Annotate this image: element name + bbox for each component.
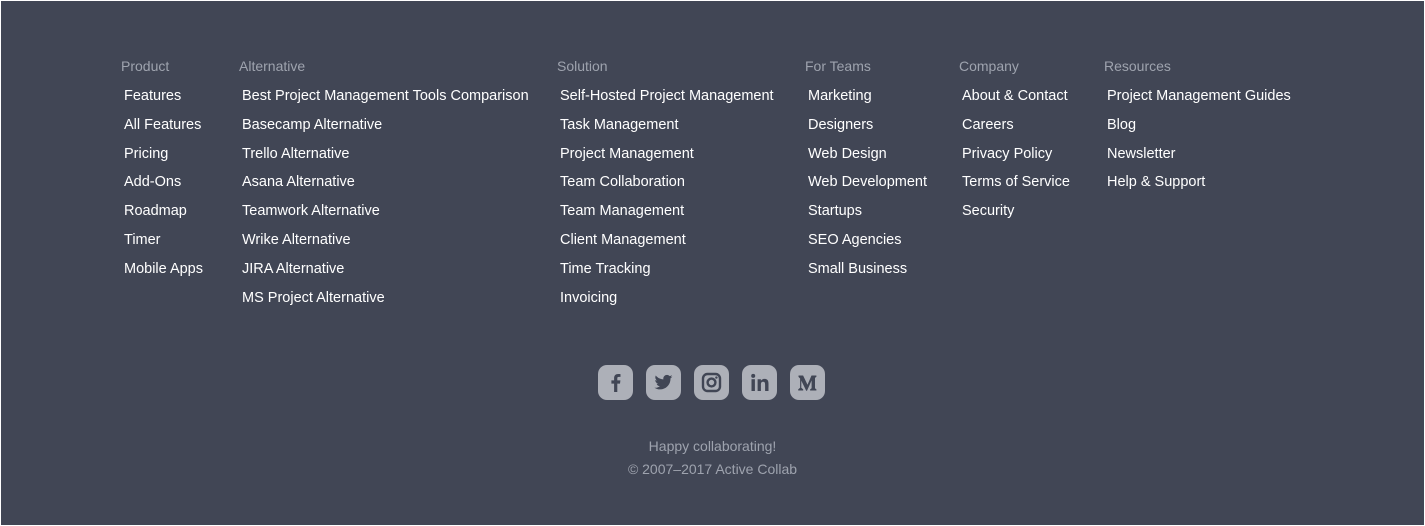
site-footer: Product Features All Features Pricing Ad… (1, 1, 1424, 525)
footer-link-privacy-policy[interactable]: Privacy Policy (962, 145, 1070, 174)
column-heading: Company (959, 58, 1019, 74)
linkedin-icon (751, 373, 769, 391)
footer-link-add-ons[interactable]: Add-Ons (124, 173, 203, 202)
footer-link-careers[interactable]: Careers (962, 116, 1070, 145)
column-heading: Alternative (239, 58, 306, 74)
footer-link-jira-alternative[interactable]: JIRA Alternative (242, 260, 529, 289)
footer-link-task-management[interactable]: Task Management (560, 116, 774, 145)
facebook-button[interactable] (598, 365, 633, 400)
footer-link-timer[interactable]: Timer (124, 231, 203, 260)
footer-link-marketing[interactable]: Marketing (808, 87, 927, 116)
footer-column-company: Company About & Contact Careers Privacy … (959, 58, 1070, 231)
footer-link-all-features[interactable]: All Features (124, 116, 203, 145)
footer-link-security[interactable]: Security (962, 202, 1070, 231)
social-links (598, 365, 838, 400)
column-heading: Resources (1104, 58, 1171, 74)
footer-link-roadmap[interactable]: Roadmap (124, 202, 203, 231)
footer-column-product: Product Features All Features Pricing Ad… (121, 58, 203, 289)
footer-link-web-design[interactable]: Web Design (808, 145, 927, 174)
footer-link-blog[interactable]: Blog (1107, 116, 1291, 145)
medium-icon (798, 375, 817, 391)
column-heading: Product (121, 58, 170, 74)
footer-link-pm-guides[interactable]: Project Management Guides (1107, 87, 1291, 116)
footer-link-client-management[interactable]: Client Management (560, 231, 774, 260)
column-heading: Solution (557, 58, 608, 74)
twitter-icon (654, 374, 673, 390)
footer-copyright: © 2007–2017 Active Collab (627, 461, 798, 477)
footer-link-time-tracking[interactable]: Time Tracking (560, 260, 774, 289)
linkedin-button[interactable] (742, 365, 777, 400)
footer-link-designers[interactable]: Designers (808, 116, 927, 145)
medium-button[interactable] (790, 365, 825, 400)
footer-link-pricing[interactable]: Pricing (124, 145, 203, 174)
footer-link-about-contact[interactable]: About & Contact (962, 87, 1070, 116)
footer-link-asana-alternative[interactable]: Asana Alternative (242, 173, 529, 202)
column-heading: For Teams (805, 58, 871, 74)
footer-link-team-management[interactable]: Team Management (560, 202, 774, 231)
instagram-icon (701, 372, 722, 393)
footer-link-help-support[interactable]: Help & Support (1107, 173, 1291, 202)
footer-link-wrike-alternative[interactable]: Wrike Alternative (242, 231, 529, 260)
footer-column-resources: Resources Project Management Guides Blog… (1104, 58, 1291, 202)
footer-link-team-collaboration[interactable]: Team Collaboration (560, 173, 774, 202)
footer-link-web-development[interactable]: Web Development (808, 173, 927, 202)
twitter-button[interactable] (646, 365, 681, 400)
footer-link-self-hosted[interactable]: Self-Hosted Project Management (560, 87, 774, 116)
footer-link-newsletter[interactable]: Newsletter (1107, 145, 1291, 174)
footer-link-mobile-apps[interactable]: Mobile Apps (124, 260, 203, 289)
footer-link-trello-alternative[interactable]: Trello Alternative (242, 145, 529, 174)
footer-link-tools-comparison[interactable]: Best Project Management Tools Comparison (242, 87, 529, 116)
footer-column-for-teams: For Teams Marketing Designers Web Design… (805, 58, 927, 289)
footer-link-seo-agencies[interactable]: SEO Agencies (808, 231, 927, 260)
footer-link-terms-of-service[interactable]: Terms of Service (962, 173, 1070, 202)
footer-column-alternative: Alternative Best Project Management Tool… (239, 58, 529, 317)
footer-link-ms-project-alternative[interactable]: MS Project Alternative (242, 289, 529, 318)
footer-column-solution: Solution Self-Hosted Project Management … (557, 58, 774, 317)
footer-link-project-management[interactable]: Project Management (560, 145, 774, 174)
footer-link-small-business[interactable]: Small Business (808, 260, 927, 289)
footer-link-startups[interactable]: Startups (808, 202, 927, 231)
footer-link-teamwork-alternative[interactable]: Teamwork Alternative (242, 202, 529, 231)
facebook-icon (611, 374, 621, 392)
footer-link-invoicing[interactable]: Invoicing (560, 289, 774, 318)
footer-link-basecamp-alternative[interactable]: Basecamp Alternative (242, 116, 529, 145)
footer-tagline: Happy collaborating! (648, 438, 777, 454)
instagram-button[interactable] (694, 365, 729, 400)
footer-link-features[interactable]: Features (124, 87, 203, 116)
